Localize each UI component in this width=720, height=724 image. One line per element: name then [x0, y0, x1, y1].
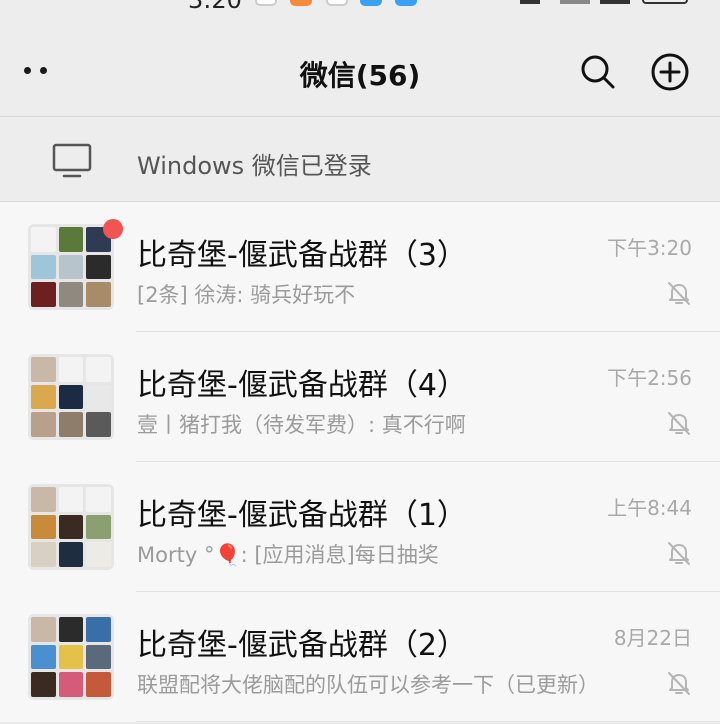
search-icon[interactable]: [578, 52, 618, 92]
mute-bell-icon: [665, 669, 693, 697]
login-status-text: Windows 微信已登录: [137, 152, 372, 180]
chat-name: 比奇堡-偃武备战群（4）: [137, 368, 467, 403]
chat-item[interactable]: 比奇堡-偃武备战群（3） [2条] 徐涛: 骑兵好玩不 下午3:20: [0, 202, 720, 332]
mute-bell-icon: [665, 409, 693, 437]
notification-icon: [326, 0, 348, 6]
top-bar: 微信(56): [0, 10, 720, 116]
mute-bell-icon: [665, 539, 693, 567]
status-time: 3:20: [188, 0, 242, 10]
chat-item[interactable]: 比奇堡-偃武备战群（1） Morty °🎈: [应用消息]每日抽奖 上午8:44: [0, 462, 720, 592]
notification-icon: [290, 0, 312, 6]
group-avatar: [28, 484, 114, 570]
chat-time: 上午8:44: [607, 496, 692, 520]
mute-bell-icon: [665, 279, 693, 307]
chat-preview: 壹丨猪打我（待发军费）: 真不行啊: [137, 413, 466, 437]
notification-icon: [360, 0, 382, 6]
chat-time: 8月22日: [613, 626, 692, 650]
chat-name: 比奇堡-偃武备战群（1）: [137, 498, 467, 533]
chat-preview: Morty °🎈: [应用消息]每日抽奖: [137, 543, 439, 567]
chat-list: 比奇堡-偃武备战群（3） [2条] 徐涛: 骑兵好玩不 下午3:20 比奇堡-偃…: [0, 202, 720, 722]
signal-icon: [520, 0, 540, 4]
unread-dot: [103, 219, 123, 239]
group-avatar: [28, 354, 114, 440]
status-bar: 3:20: [0, 0, 720, 10]
chat-item[interactable]: 比奇堡-偃武备战群（4） 壹丨猪打我（待发军费）: 真不行啊 下午2:56: [0, 332, 720, 462]
battery-icon: [642, 0, 688, 4]
notification-icon: [255, 0, 277, 6]
monitor-icon: [52, 143, 92, 179]
group-avatar: [28, 224, 114, 310]
chat-time: 下午2:56: [607, 366, 692, 390]
notification-icon: [395, 0, 417, 6]
chat-name: 比奇堡-偃武备战群（3）: [137, 238, 467, 273]
chat-preview: [2条] 徐涛: 骑兵好玩不: [137, 283, 356, 307]
chat-time: 下午3:20: [607, 236, 692, 260]
group-avatar: [28, 614, 114, 700]
wifi-icon: [560, 0, 590, 4]
desktop-login-banner[interactable]: Windows 微信已登录: [0, 116, 720, 202]
chat-item[interactable]: 比奇堡-偃武备战群（2） 联盟配将大佬脑配的队伍可以参考一下（已更新） 8月22…: [0, 592, 720, 722]
chat-name: 比奇堡-偃武备战群（2）: [137, 628, 467, 663]
cellular-icon: [600, 0, 630, 4]
chat-preview: 联盟配将大佬脑配的队伍可以参考一下（已更新）: [137, 673, 599, 697]
add-circle-icon[interactable]: [650, 52, 690, 92]
